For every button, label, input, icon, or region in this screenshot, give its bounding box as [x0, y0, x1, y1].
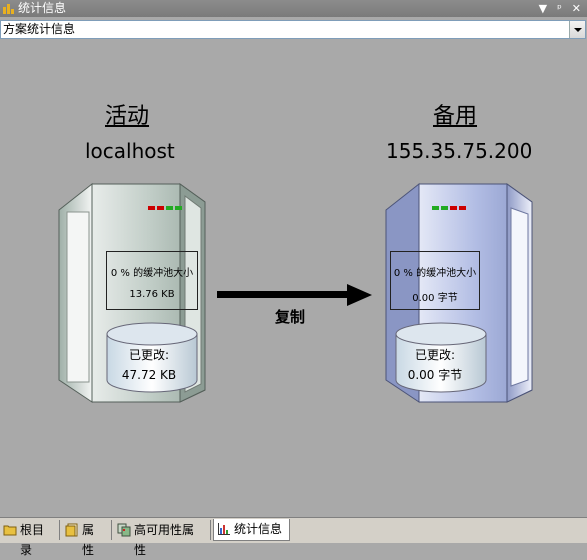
statistics-type-value: 方案统计信息	[3, 22, 76, 36]
status-light-1	[432, 206, 439, 210]
chart-icon	[3, 4, 14, 14]
standby-role-label: 备用	[433, 104, 478, 129]
standby-changed-block: 已更改: 0.00 字节	[389, 345, 481, 385]
tab-label: 属性	[82, 523, 95, 557]
tab-statistics[interactable]: 统计信息	[213, 519, 290, 541]
tab-label: 高可用性属性	[134, 523, 195, 557]
status-light-3	[166, 206, 173, 210]
window-menu-button[interactable]: ▼	[539, 0, 547, 17]
primary-host-label: localhost	[85, 139, 175, 163]
panel-title-bar: 统计信息 ▼ ᵖ ✕	[0, 0, 587, 17]
status-light-2	[441, 206, 448, 210]
standby-host-label: 155.35.75.200	[386, 139, 533, 163]
primary-role-label: 活动	[105, 104, 150, 129]
properties-icon	[65, 523, 78, 537]
panel-title: 统计信息	[18, 1, 67, 15]
bottom-tab-bar: 根目录 属性 高可用性属性 统计信息	[0, 517, 587, 557]
primary-buffer-panel: 0 % 的缓冲池大小 13.76 KB	[106, 251, 198, 310]
status-light-1	[148, 206, 155, 210]
standby-buffer-value: 0.00 字节	[412, 293, 458, 304]
tab-root[interactable]: 根目录	[0, 520, 60, 557]
status-light-4	[175, 206, 182, 210]
standby-changed-value: 0.00 字节	[407, 368, 463, 382]
tab-label: 统计信息	[234, 522, 283, 536]
tab-label: 根目录	[20, 523, 45, 557]
status-light-2	[157, 206, 164, 210]
ha-properties-icon	[117, 523, 131, 537]
tab-properties[interactable]: 属性	[62, 520, 112, 557]
tab-ha-properties[interactable]: 高可用性属性	[114, 520, 211, 557]
replication-label: 复制	[275, 308, 306, 326]
primary-buffer-label: 0 % 的缓冲池大小	[110, 268, 194, 279]
standby-buffer-panel: 0 % 的缓冲池大小 0.00 字节	[390, 251, 480, 310]
primary-changed-value: 47.72 KB	[121, 368, 177, 382]
chart-icon	[218, 523, 230, 535]
standby-changed-label: 已更改:	[414, 348, 456, 362]
status-light-4	[459, 206, 466, 210]
standby-status-lights	[432, 206, 466, 210]
primary-status-lights	[148, 206, 182, 210]
close-button[interactable]: ✕	[572, 0, 581, 17]
status-light-3	[450, 206, 457, 210]
primary-changed-label: 已更改:	[128, 348, 170, 362]
primary-buffer-value: 13.76 KB	[129, 289, 175, 300]
statistics-type-select[interactable]: 方案统计信息	[0, 20, 586, 39]
chevron-down-icon[interactable]	[569, 21, 585, 38]
folder-icon	[3, 525, 17, 536]
standby-buffer-label: 0 % 的缓冲池大小	[393, 268, 477, 279]
pin-button[interactable]: ᵖ	[557, 0, 562, 17]
primary-changed-block: 已更改: 47.72 KB	[103, 345, 195, 385]
replication-arrow	[217, 284, 372, 306]
